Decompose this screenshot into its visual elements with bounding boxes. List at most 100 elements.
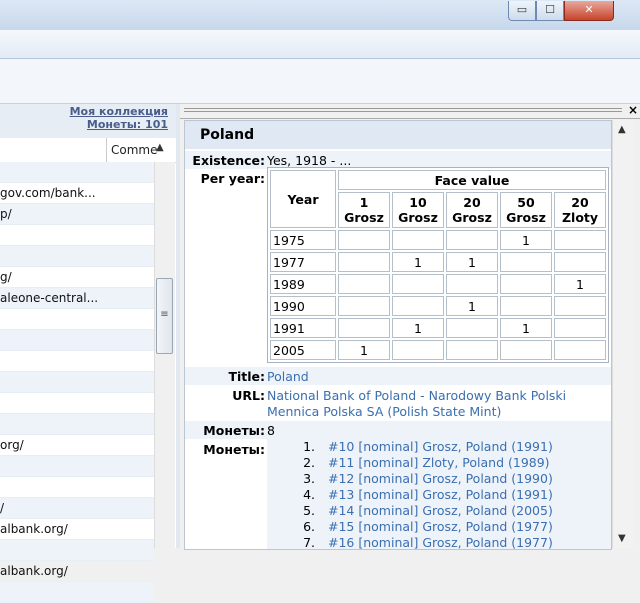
coin-number: 1. xyxy=(303,439,315,454)
list-item: 6. #15 [nominal] Grosz, Poland (1977) xyxy=(287,519,553,535)
year-header: Year xyxy=(270,170,336,228)
list-item: 5. #14 [nominal] Grosz, Poland (2005) xyxy=(287,503,553,519)
close-detail-icon[interactable]: × xyxy=(628,103,638,117)
count-cell xyxy=(554,318,606,338)
count-cell xyxy=(338,230,390,250)
list-scrollbar[interactable]: ≡ xyxy=(154,162,175,548)
close-window-button[interactable]: ✕ xyxy=(564,1,614,21)
denomination-value: 1 xyxy=(359,195,369,210)
year-cell: 1977 xyxy=(270,252,336,272)
count-cell xyxy=(392,274,444,294)
list-item[interactable] xyxy=(0,477,154,498)
coins-count-label: Монеты: xyxy=(203,423,265,438)
coin-link[interactable]: #14 [nominal] Grosz, Poland (2005) xyxy=(328,503,553,518)
per-year-label: Per year: xyxy=(200,171,265,186)
list-item[interactable] xyxy=(0,540,154,561)
table-row: 1977 1 1 xyxy=(270,252,606,272)
count-cell xyxy=(554,340,606,360)
table-row: 1975 1 xyxy=(270,230,606,250)
maximize-button[interactable]: ☐ xyxy=(536,1,564,21)
coin-number: 3. xyxy=(303,471,315,486)
country-name: Poland xyxy=(185,121,611,149)
list-item[interactable] xyxy=(0,225,154,246)
url-link-national-bank[interactable]: National Bank of Poland - Narodowy Bank … xyxy=(267,388,566,403)
denomination-header: 10 Grosz xyxy=(392,192,444,228)
count-cell: 1 xyxy=(500,230,552,250)
coin-link[interactable]: #10 [nominal] Grosz, Poland (1991) xyxy=(328,439,553,454)
table-row: 1990 1 xyxy=(270,296,606,316)
count-cell xyxy=(446,318,498,338)
detail-scrollbar[interactable]: ▲ ▼ xyxy=(612,120,633,548)
list-item: 1. #10 [nominal] Grosz, Poland (1991) xyxy=(287,439,553,455)
coin-number: 5. xyxy=(303,503,315,518)
scroll-up-icon[interactable]: ▲ xyxy=(618,124,626,135)
denomination-unit: Grosz xyxy=(344,210,384,225)
count-cell xyxy=(554,252,606,272)
coins-list: 1. #10 [nominal] Grosz, Poland (1991) 2. #1… xyxy=(287,439,553,549)
count-cell xyxy=(500,296,552,316)
denomination-value: 20 xyxy=(571,195,589,210)
list-item[interactable]: aleone-central... xyxy=(0,288,154,309)
coin-number: 2. xyxy=(303,455,315,470)
year-cell: 1989 xyxy=(270,274,336,294)
count-cell xyxy=(392,296,444,316)
list-item: 3. #12 [nominal] Grosz, Poland (1990) xyxy=(287,471,553,487)
url-label: URL: xyxy=(232,388,265,403)
list-item[interactable]: p/ xyxy=(0,204,154,225)
count-cell xyxy=(392,230,444,250)
my-collection-link[interactable]: Моя коллекция xyxy=(70,105,168,118)
face-value-header: Face value xyxy=(338,170,606,190)
coins-count-link[interactable]: Монеты: 101 xyxy=(87,118,168,131)
count-cell xyxy=(338,296,390,316)
list-item[interactable] xyxy=(0,372,154,393)
coin-link[interactable]: #15 [nominal] Grosz, Poland (1977) xyxy=(328,519,553,534)
table-row: 1989 1 xyxy=(270,274,606,294)
scrollbar-thumb[interactable]: ≡ xyxy=(156,278,173,354)
list-column-header: Comme ▲ xyxy=(0,138,176,163)
list-item[interactable] xyxy=(0,393,154,414)
coins-list-label: Монеты: xyxy=(203,442,265,457)
count-cell xyxy=(554,296,606,316)
per-year-table: Year Face value 1 Grosz 10 Grosz 20 Grosz 50 Gros… xyxy=(267,167,609,363)
list-item[interactable] xyxy=(0,309,154,330)
minimize-button[interactable]: ▭ xyxy=(508,1,536,21)
list-item[interactable] xyxy=(0,162,154,183)
coins-count-value: 8 xyxy=(267,423,275,438)
menu-strip xyxy=(0,30,640,59)
year-cell: 1990 xyxy=(270,296,336,316)
collection-list-panel: Моя коллекция Монеты: 101 Comme ▲ gov.co… xyxy=(0,104,176,603)
list-item[interactable]: g/ xyxy=(0,267,154,288)
list-item[interactable]: org/ xyxy=(0,435,154,456)
list-item[interactable]: / xyxy=(0,498,154,519)
title-link[interactable]: Poland xyxy=(267,369,309,384)
coin-link[interactable]: #11 [nominal] Zloty, Poland (1989) xyxy=(328,455,550,470)
denomination-header: 20 Zloty xyxy=(554,192,606,228)
toolbar xyxy=(0,59,640,104)
list-item[interactable]: gov.com/bank... xyxy=(0,183,154,204)
denomination-unit: Zloty xyxy=(561,210,599,225)
denomination-unit: Grosz xyxy=(398,210,438,225)
count-cell xyxy=(446,230,498,250)
title-label: Title: xyxy=(228,369,265,384)
sort-arrow-icon[interactable]: ▲ xyxy=(156,142,164,153)
list-item[interactable] xyxy=(0,351,154,372)
count-cell xyxy=(338,252,390,272)
list-item[interactable] xyxy=(0,330,154,351)
list-item[interactable] xyxy=(0,414,154,435)
scroll-down-icon[interactable]: ▼ xyxy=(618,533,626,544)
list-item[interactable] xyxy=(0,246,154,267)
count-cell xyxy=(446,340,498,360)
list-item[interactable]: albank.org/ xyxy=(0,561,154,582)
list-item[interactable] xyxy=(0,456,154,477)
count-cell xyxy=(446,274,498,294)
list-item: 2. #11 [nominal] Zloty, Poland (1989) xyxy=(287,455,553,471)
count-cell: 1 xyxy=(446,252,498,272)
column-header-comment[interactable]: Comme xyxy=(106,138,157,162)
count-cell xyxy=(338,274,390,294)
url-link-state-mint[interactable]: Mennica Polska SA (Polish State Mint) xyxy=(267,404,501,419)
list-item[interactable]: albank.org/ xyxy=(0,519,154,540)
coin-link[interactable]: #12 [nominal] Grosz, Poland (1990) xyxy=(328,471,553,486)
denomination-header: 1 Grosz xyxy=(338,192,390,228)
list-item[interactable] xyxy=(0,582,154,603)
coin-link[interactable]: #13 [nominal] Grosz, Poland (1991) xyxy=(328,487,553,502)
